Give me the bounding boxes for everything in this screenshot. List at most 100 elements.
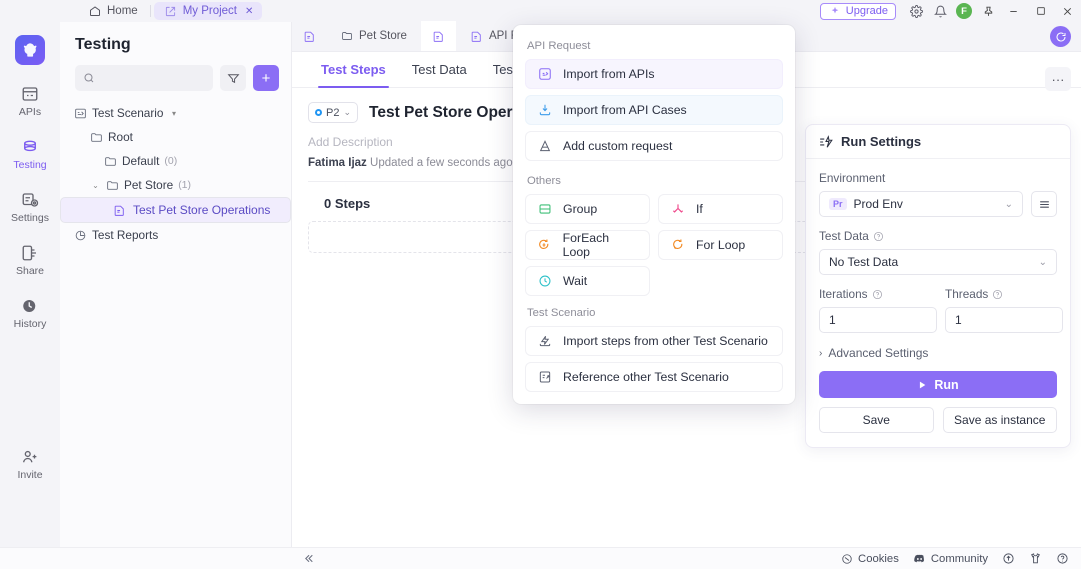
menu-item-wait-label: Wait <box>563 274 588 288</box>
tree-item-default-count: (0) <box>164 155 178 167</box>
priority-selector[interactable]: P2 ⌄ <box>308 102 359 123</box>
pin-icon[interactable] <box>976 0 1000 22</box>
menu-item-import-from-api-cases-label: Import from API Cases <box>563 103 687 117</box>
ellipsis-icon[interactable]: ··· <box>1045 67 1071 91</box>
environment-select[interactable]: Pr Prod Env ⌄ <box>819 191 1023 217</box>
shirt-icon[interactable] <box>1029 552 1042 565</box>
help-icon[interactable] <box>1056 552 1069 565</box>
doc-tab-scenario-active[interactable] <box>420 21 456 51</box>
menu-item-group[interactable]: Group <box>525 194 650 224</box>
menu-item-import-from-apis-label: Import from APIs <box>563 67 655 81</box>
group-icon <box>537 202 552 216</box>
add-step-menu: API Request Import from APIs Import from… <box>513 25 795 404</box>
test-data-select[interactable]: No Test Data ⌄ <box>819 249 1057 275</box>
save-buttons-row: Save Save as instance <box>819 407 1057 433</box>
advanced-settings-toggle[interactable]: › Advanced Settings <box>819 346 1057 360</box>
doc-tab-pet-store[interactable]: Pet Store <box>327 21 421 51</box>
search-input[interactable] <box>101 72 205 84</box>
upload-icon[interactable] <box>1002 552 1015 565</box>
chevron-down-icon[interactable]: ▾ <box>168 109 179 118</box>
menu-item-for-loop[interactable]: For Loop <box>658 230 783 260</box>
menu-others-grid: Group If ForEach Loop For Loop Wait <box>525 194 783 296</box>
threads-input[interactable] <box>945 307 1063 333</box>
bell-icon[interactable] <box>928 0 952 22</box>
sidebar-item-share[interactable]: Share <box>2 244 58 277</box>
close-icon[interactable]: ✕ <box>245 6 253 17</box>
run-circle-icon[interactable] <box>1050 26 1071 47</box>
menu-item-foreach-loop[interactable]: ForEach Loop <box>525 230 650 260</box>
tab-test-steps[interactable]: Test Steps <box>308 52 399 88</box>
window-tab-home[interactable]: Home <box>78 2 147 20</box>
menu-item-if-label: If <box>696 202 703 216</box>
iterations-threads-inputs <box>819 307 1063 333</box>
menu-item-import-from-api-cases[interactable]: Import from API Cases <box>525 95 783 125</box>
test-scenario-icon <box>74 107 87 120</box>
iterations-threads-labels: Iterations Threads <box>819 287 1057 301</box>
list-icon[interactable] <box>1031 191 1057 217</box>
help-icon[interactable] <box>992 289 1003 300</box>
sidebar-item-settings[interactable]: Settings <box>2 191 58 224</box>
gear-icon[interactable] <box>904 0 928 22</box>
chevron-down-icon: ⌄ <box>1038 256 1047 268</box>
upgrade-button[interactable]: Upgrade <box>819 2 896 20</box>
cookie-icon <box>841 553 853 565</box>
history-icon <box>21 297 39 315</box>
window-tab-my-project[interactable]: My Project ✕ <box>153 2 263 20</box>
scenario-file-icon <box>303 30 316 43</box>
run-settings-header: Run Settings <box>806 125 1070 159</box>
iterations-label: Iterations <box>819 287 868 301</box>
iterations-input[interactable] <box>819 307 937 333</box>
help-icon[interactable] <box>872 289 883 300</box>
tree-item-test-reports[interactable]: Test Reports <box>60 223 291 247</box>
chevron-down-icon: ⌄ <box>1004 198 1013 210</box>
tree-item-pet-store[interactable]: ⌄ Pet Store (1) <box>60 173 291 197</box>
tree-item-root[interactable]: Root <box>60 125 291 149</box>
cookies-link[interactable]: Cookies <box>841 553 899 565</box>
help-icon[interactable] <box>873 231 884 242</box>
sidebar-item-share-label: Share <box>15 265 45 277</box>
menu-item-import-from-apis[interactable]: Import from APIs <box>525 59 783 89</box>
tree-item-pet-store-count: (1) <box>178 179 192 191</box>
menu-item-reference-scenario[interactable]: Reference other Test Scenario <box>525 362 783 392</box>
run-settings-panel: Run Settings Environment Pr Prod Env ⌄ T… <box>805 124 1071 448</box>
maximize-icon[interactable] <box>1027 0 1054 22</box>
chevron-down-icon[interactable]: ⌄ <box>90 181 101 190</box>
doc-tab-scenario-1[interactable] <box>292 21 327 51</box>
sidebar-item-history[interactable]: History <box>2 297 58 330</box>
environment-row: Pr Prod Env ⌄ <box>819 191 1057 217</box>
save-button[interactable]: Save <box>819 407 934 433</box>
environment-badge: Pr <box>829 198 847 210</box>
menu-item-import-steps[interactable]: Import steps from other Test Scenario <box>525 326 783 356</box>
tree-item-default[interactable]: Default (0) <box>60 149 291 173</box>
sidebar-item-invite[interactable]: Invite <box>2 448 58 481</box>
menu-section-api-request: API Request <box>527 40 591 52</box>
menu-item-wait[interactable]: Wait <box>525 266 650 296</box>
filter-icon[interactable] <box>220 65 246 91</box>
collapse-icon[interactable] <box>302 552 315 565</box>
left-rail: APIs Testing Settings Share History Invi… <box>0 22 60 569</box>
community-link[interactable]: Community <box>913 552 988 565</box>
tree-item-test-scenario[interactable]: Test Scenario ▾ <box>60 101 291 125</box>
menu-item-reference-scenario-label: Reference other Test Scenario <box>563 370 729 384</box>
sidebar-item-apis-label: APIs <box>18 106 42 118</box>
menu-item-if[interactable]: If <box>658 194 783 224</box>
minimize-icon[interactable] <box>1000 0 1027 22</box>
if-icon <box>670 202 685 216</box>
menu-item-add-custom-request[interactable]: Add custom request <box>525 131 783 161</box>
menu-item-for-loop-label: For Loop <box>696 238 746 252</box>
tab-test-data[interactable]: Test Data <box>399 52 480 88</box>
sidebar-item-testing[interactable]: Testing <box>2 138 58 171</box>
doc-tab-pet-store-label: Pet Store <box>359 30 407 42</box>
run-button[interactable]: Run <box>819 371 1057 398</box>
add-button[interactable]: + <box>253 65 279 91</box>
tree-item-test-pet-store-operations[interactable]: Test Pet Store Operations <box>60 197 291 223</box>
apidog-logo[interactable] <box>15 35 45 65</box>
save-as-instance-button[interactable]: Save as instance <box>942 407 1057 433</box>
avatar[interactable]: F <box>952 0 976 22</box>
chevron-right-icon: › <box>819 347 823 359</box>
home-icon <box>87 5 102 17</box>
search-box[interactable] <box>75 65 213 91</box>
window-close-icon[interactable] <box>1054 0 1081 22</box>
test-data-label-row: Test Data <box>819 229 1057 243</box>
sidebar-item-apis[interactable]: APIs <box>2 85 58 118</box>
